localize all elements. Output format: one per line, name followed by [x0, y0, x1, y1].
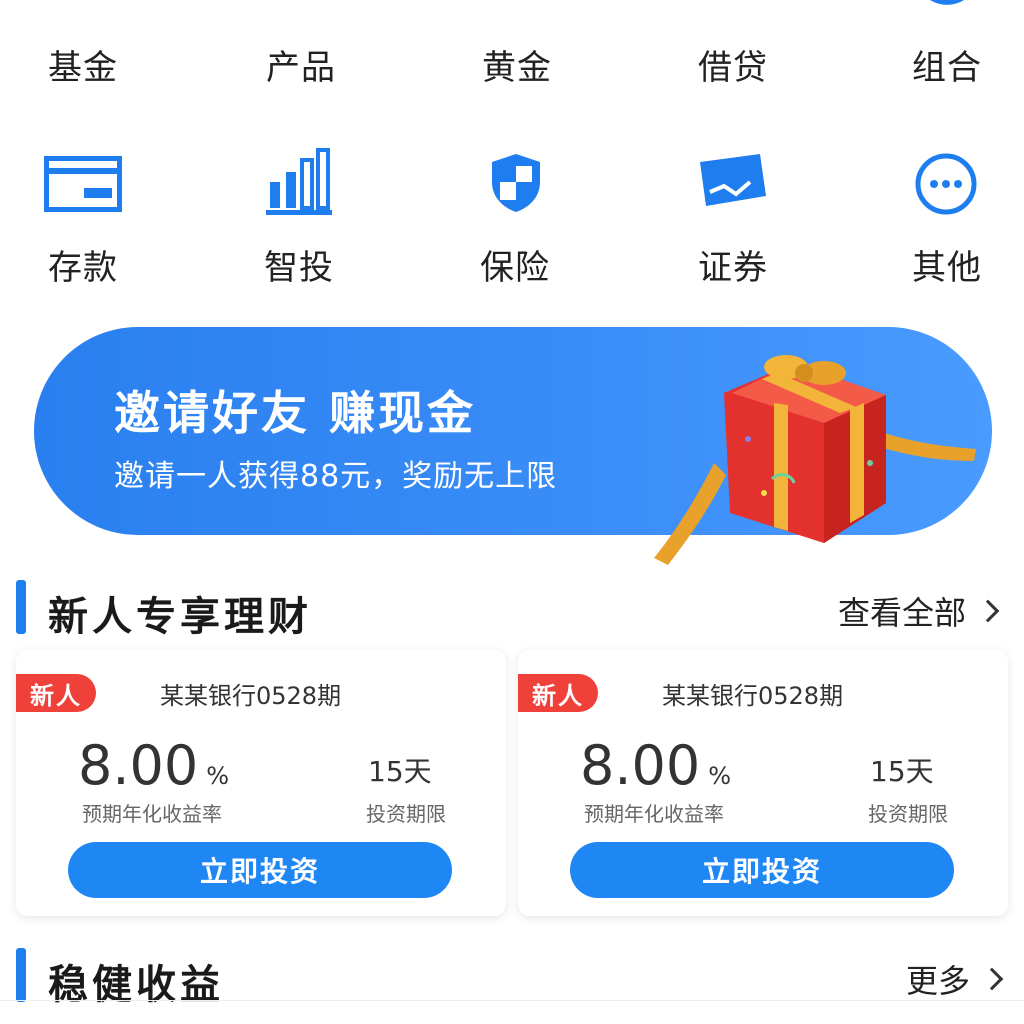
more-icon	[915, 153, 977, 215]
product-card[interactable]: 新人 某某银行0528期 8.00% 预期年化收益率 15天 投资期限 立即投资	[518, 650, 1008, 916]
banner-subtitle: 邀请一人获得88元，奖励无上限	[114, 459, 558, 494]
grid-label-loan: 借贷	[698, 48, 768, 88]
rate-value: 8.00%	[580, 734, 732, 797]
tab-bar-divider	[0, 1000, 1024, 1001]
chevron-right-icon	[976, 599, 1000, 623]
grid-label-portfolio: 组合	[912, 48, 982, 88]
view-all-label: 查看全部	[838, 594, 967, 632]
section-title-newcomer: 新人专享理财	[48, 594, 312, 640]
chevron-right-icon	[980, 967, 1004, 991]
more-label: 更多	[906, 962, 971, 1000]
grid-label-gold: 黄金	[482, 48, 552, 88]
bar-chart-icon	[266, 148, 332, 215]
term-label: 投资期限	[868, 802, 948, 826]
shield-icon	[492, 154, 540, 212]
loan-icon	[700, 0, 760, 10]
new-user-badge: 新人	[518, 674, 598, 712]
invest-now-button[interactable]: 立即投资	[68, 842, 452, 898]
card-icon	[44, 156, 122, 212]
portfolio-icon	[930, 0, 964, 5]
grid-label-smart-invest: 智投	[264, 248, 334, 288]
rate-value: 8.00%	[78, 734, 230, 797]
invest-now-button[interactable]: 立即投资	[570, 842, 954, 898]
term-label: 投资期限	[366, 802, 446, 826]
gift-box-icon	[654, 355, 976, 565]
section-marker	[16, 580, 26, 634]
gold-icon	[484, 0, 544, 10]
rate-label: 预期年化收益率	[584, 802, 724, 826]
grid-label-insurance: 保险	[480, 248, 550, 288]
product-name: 某某银行0528期	[662, 682, 844, 710]
term-value: 15天	[870, 755, 934, 788]
ticket-icon	[700, 154, 766, 206]
product-icon	[270, 0, 330, 10]
term-value: 15天	[368, 755, 432, 788]
section-title-stable: 稳健收益	[48, 962, 224, 1008]
banner-title: 邀请好友 赚现金	[114, 386, 477, 440]
wallet-icon	[50, 0, 116, 10]
invite-banner[interactable]: 邀请好友 赚现金 邀请一人获得88元，奖励无上限	[34, 327, 992, 565]
grid-label-deposit: 存款	[48, 248, 118, 288]
more-link[interactable]: 更多	[906, 956, 1004, 1002]
grid-label-product: 产品	[266, 48, 336, 88]
section-marker	[16, 948, 26, 1002]
grid-label-securities: 证券	[698, 248, 768, 288]
product-card[interactable]: 新人 某某银行0528期 8.00% 预期年化收益率 15天 投资期限 立即投资	[16, 650, 506, 916]
grid-label-fund: 基金	[48, 48, 118, 88]
grid-label-other: 其他	[912, 248, 982, 288]
rate-label: 预期年化收益率	[82, 802, 222, 826]
view-all-link[interactable]: 查看全部	[838, 588, 1000, 634]
new-user-badge: 新人	[16, 674, 96, 712]
product-name: 某某银行0528期	[160, 682, 342, 710]
